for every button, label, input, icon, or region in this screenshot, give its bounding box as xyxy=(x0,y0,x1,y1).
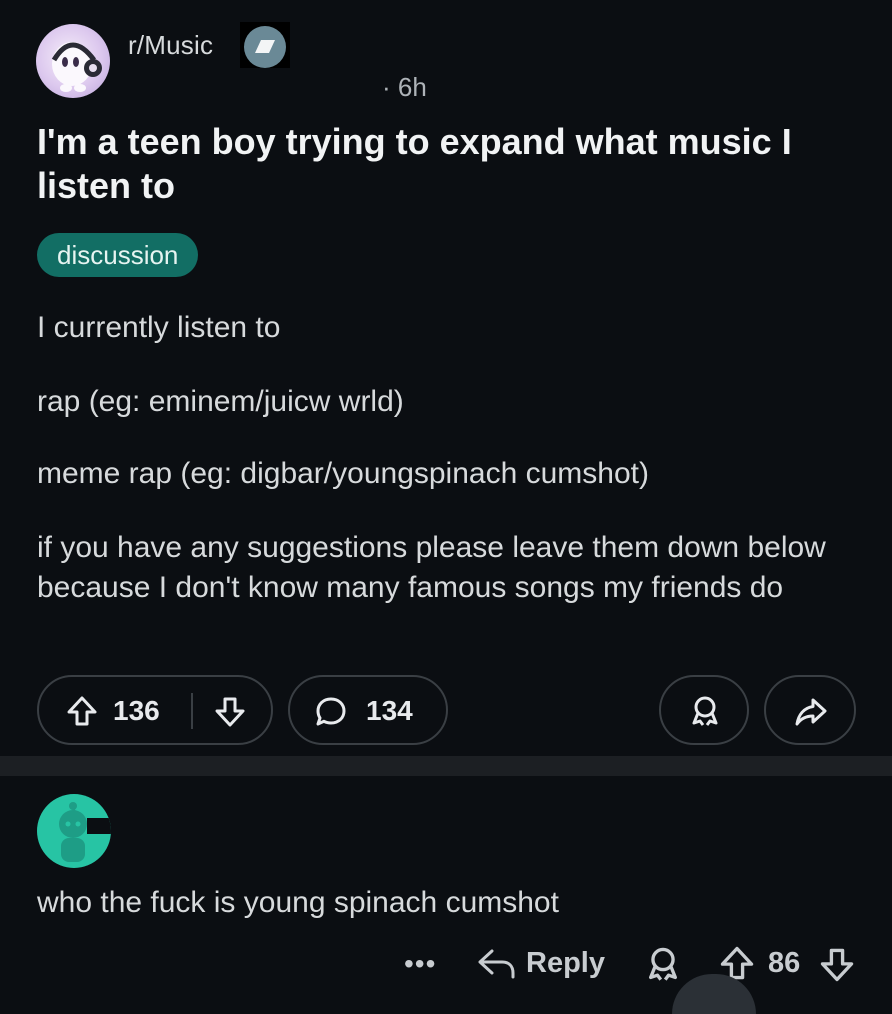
post-card: r/Music · 6h I'm a teen boy trying to ex… xyxy=(0,0,892,756)
more-options-icon[interactable]: ••• xyxy=(404,948,436,980)
subreddit-badge xyxy=(240,22,290,68)
post-body-paragraph: if you have any suggestions please leave… xyxy=(37,531,826,604)
downvote-arrow-icon[interactable] xyxy=(818,946,856,984)
post-time: · 6h xyxy=(382,72,427,102)
comment-text: who the fuck is young spinach cumshot xyxy=(37,886,559,919)
reply-button[interactable]: Reply xyxy=(526,947,605,980)
vote-separator xyxy=(191,693,193,729)
comment-actions: ••• Reply 86 xyxy=(400,938,870,988)
subreddit-avatar[interactable] xyxy=(36,24,110,98)
comment: who the fuck is young spinach cumshot ••… xyxy=(0,776,892,1000)
comment-score: 86 xyxy=(768,947,801,979)
award-icon[interactable] xyxy=(644,945,682,983)
post-title[interactable]: I'm a teen boy trying to expand what mus… xyxy=(37,120,857,208)
post-flair[interactable]: discussion xyxy=(37,233,199,277)
post-score: 136 xyxy=(113,695,160,726)
post-header: r/Music · 6h xyxy=(36,22,476,102)
speech-bubble-icon xyxy=(316,697,346,726)
award-button[interactable] xyxy=(659,675,749,745)
comment-count: 134 xyxy=(366,695,413,726)
subreddit-name[interactable]: r/Music xyxy=(128,30,213,61)
post-body-line: meme rap (eg: digbar/youngspinach cumsho… xyxy=(37,457,649,490)
section-divider xyxy=(0,756,892,776)
reply-arrow-icon[interactable] xyxy=(476,945,518,983)
upvote-arrow-icon[interactable] xyxy=(65,694,99,728)
mod-badge-icon xyxy=(244,26,286,68)
commenter-avatar[interactable] xyxy=(37,794,111,868)
post-body-line: rap (eg: eminem/juicw wrld) xyxy=(37,385,404,418)
post-body-line: I currently listen to xyxy=(37,311,281,344)
vote-bar: 136 xyxy=(37,675,273,745)
share-arrow-icon xyxy=(795,698,827,726)
share-button[interactable] xyxy=(764,675,856,745)
downvote-arrow-icon[interactable] xyxy=(213,695,247,729)
award-icon xyxy=(692,696,718,726)
comments-button[interactable]: 134 xyxy=(288,675,448,745)
